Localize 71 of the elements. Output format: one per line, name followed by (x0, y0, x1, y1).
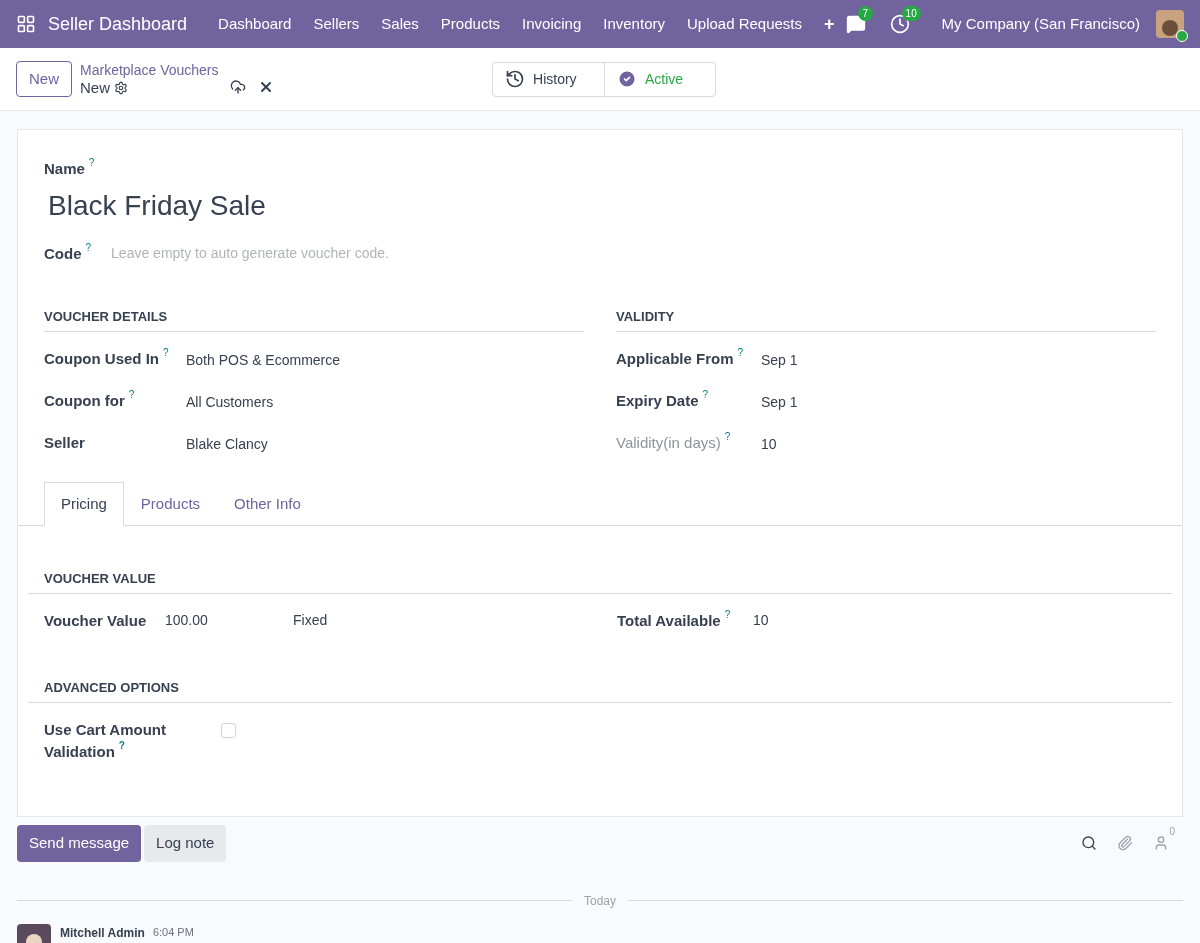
messages-count-badge: 7 (857, 6, 874, 21)
save-icon[interactable] (230, 79, 246, 95)
app-title[interactable]: Seller Dashboard (48, 10, 188, 38)
field-label: Name (44, 159, 85, 179)
help-mark[interactable]: ? (724, 609, 731, 620)
field-value: Blake Clancy (186, 434, 268, 454)
followers-count: 0 (1169, 827, 1175, 837)
nav-menu-item[interactable]: Products (429, 12, 512, 36)
nav-menu-item[interactable]: Dashboard (207, 12, 303, 36)
nav-menu-item[interactable]: Sellers (302, 12, 371, 36)
field-label: Applicable From (616, 348, 734, 369)
form-tab[interactable]: Products (123, 481, 218, 526)
field-value: Sep 1 (761, 392, 798, 412)
form-tab[interactable]: Other Info (217, 481, 318, 526)
nav-menu-item[interactable]: Sales (370, 12, 430, 36)
section-title: VOUCHER VALUE (28, 569, 1172, 594)
section-title: VALIDITY (616, 307, 1156, 332)
message-time: 6:04 PM (152, 924, 194, 940)
help-mark[interactable]: ? (88, 158, 95, 168)
send-message-button[interactable]: Send message (17, 825, 142, 862)
nav-menu-item[interactable]: Inventory (592, 12, 676, 36)
activities-count-badge: 10 (901, 6, 921, 21)
record-title: New (80, 79, 111, 97)
breadcrumb-link[interactable]: Marketplace Vouchers (80, 61, 230, 79)
close-icon[interactable] (258, 79, 274, 95)
settings-icon[interactable] (114, 81, 129, 95)
field-value: All Customers (186, 392, 274, 412)
field-value: 10 (753, 611, 769, 631)
field-label: Validation (44, 741, 115, 762)
history-button[interactable]: History (493, 62, 605, 96)
field-label: Coupon Used In (44, 348, 159, 369)
field-label: Use Cart Amount (44, 719, 167, 740)
field-value: Sep 1 (761, 350, 798, 370)
section-title: VOUCHER DETAILS (44, 307, 584, 332)
active-button[interactable]: Active (605, 62, 715, 96)
help-mark[interactable]: ? (163, 347, 169, 358)
nav-menu-item[interactable]: Upload Requests (675, 12, 814, 36)
help-mark[interactable]: ? (128, 389, 135, 400)
search-icon[interactable] (1081, 835, 1098, 852)
field-value: Fixed (293, 611, 329, 631)
new-button[interactable]: New (16, 60, 72, 98)
field-label: Voucher Value (44, 610, 148, 631)
checkbox[interactable] (221, 722, 236, 738)
nav-menu-item[interactable]: Invoicing (511, 12, 593, 36)
help-mark[interactable]: ? (724, 431, 731, 442)
field-value: 100.00 (165, 611, 209, 631)
field-value: 10 (761, 434, 777, 454)
help-mark[interactable]: ? (85, 242, 92, 253)
history-icon (505, 69, 525, 89)
form-tab[interactable]: Pricing (44, 481, 124, 526)
field-label: Validity(in days) (616, 432, 721, 453)
date-separator: Today (583, 892, 617, 910)
code-field[interactable]: Leave empty to auto generate voucher code. (111, 242, 612, 264)
help-mark[interactable]: ? (118, 740, 125, 751)
company-switcher[interactable]: My Company (San Francisco) (941, 12, 1140, 36)
section-title: ADVANCED OPTIONS (28, 678, 1172, 703)
apps-menu-icon[interactable] (16, 14, 36, 34)
help-mark[interactable]: ? (702, 389, 709, 400)
log-note-button[interactable]: Log note (144, 825, 227, 862)
field-value: Both POS & Ecommerce (186, 350, 341, 370)
help-mark[interactable]: ? (737, 347, 744, 358)
field-label: Seller (44, 432, 85, 453)
paperclip-icon[interactable] (1117, 835, 1134, 852)
message-author: Mitchell Admin (60, 924, 145, 942)
check-circle-icon (617, 69, 637, 89)
field-label: Expiry Date (616, 390, 699, 411)
field-label: Total Available (617, 610, 721, 631)
field-label: Code (44, 243, 82, 264)
field-label: Coupon for (44, 390, 125, 411)
nav-menu-item[interactable]: + (813, 10, 846, 38)
name-field[interactable]: Black Friday Sale (44, 184, 1156, 227)
